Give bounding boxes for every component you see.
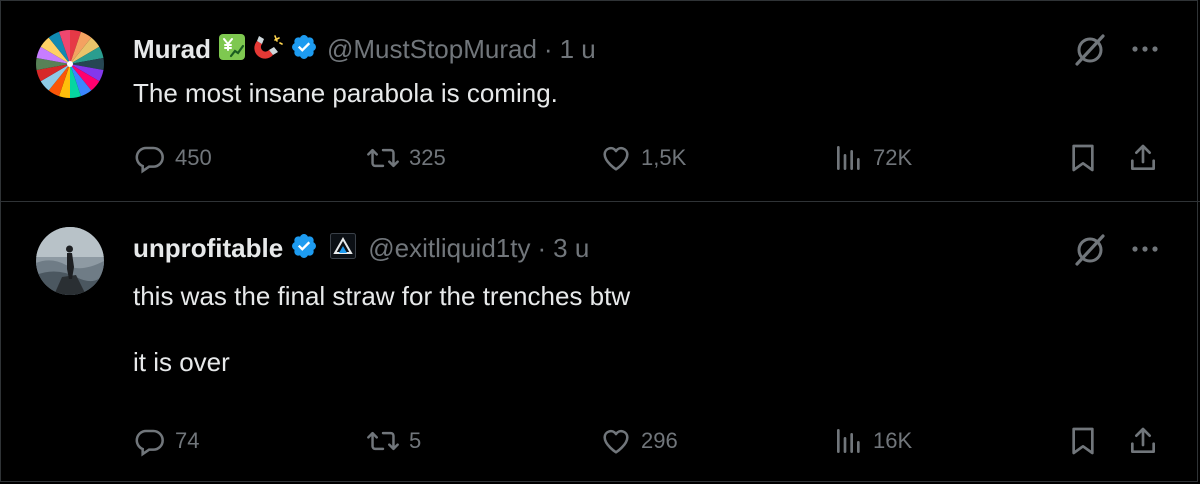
- avatar[interactable]: [36, 30, 104, 98]
- grok-icon[interactable]: [1071, 31, 1109, 69]
- yen-chart-emoji-icon: [218, 33, 246, 66]
- timestamp[interactable]: 1 u: [560, 34, 596, 65]
- share-icon: [1131, 144, 1155, 170]
- avatar-image-icon: [36, 30, 104, 98]
- user-handle[interactable]: @exitliquid1ty: [368, 233, 530, 264]
- reply-count: 450: [175, 145, 212, 170]
- more-options-icon[interactable]: [1127, 39, 1163, 59]
- repost-icon: [367, 431, 399, 451]
- heart-icon: [603, 146, 629, 171]
- tweet-text: this was the final straw for the trenche…: [133, 281, 631, 377]
- display-name[interactable]: Murad: [133, 34, 211, 65]
- like-button[interactable]: 1,5K: [600, 138, 686, 178]
- more-options-icon[interactable]: [1127, 239, 1163, 259]
- repost-count: 325: [409, 145, 446, 170]
- verified-badge-icon[interactable]: [290, 33, 318, 66]
- triangle-logo-badge-icon[interactable]: [330, 232, 357, 264]
- views-button[interactable]: 72K: [834, 138, 912, 178]
- share-button[interactable]: [1127, 421, 1159, 461]
- reply-icon: [135, 429, 164, 457]
- views-chart-icon: [837, 146, 860, 170]
- timestamp[interactable]: 3 u: [553, 233, 589, 264]
- separator-dot: ·: [543, 33, 553, 64]
- views-count: 72K: [873, 145, 913, 170]
- like-count: 296: [641, 428, 678, 453]
- reply-button[interactable]: 74: [134, 421, 199, 461]
- tweet[interactable]: unprofitable @exitliquid1ty · 3 u this w…: [0, 203, 1200, 484]
- separator-dot: ·: [537, 232, 547, 263]
- heart-icon: [603, 429, 629, 454]
- tweet-text: The most insane parabola is coming.: [133, 78, 558, 108]
- action-bar: 450 325 1,5K 72K: [0, 138, 1200, 178]
- reply-button[interactable]: 450: [134, 138, 212, 178]
- bookmark-icon: [1072, 427, 1094, 455]
- reply-icon: [135, 146, 164, 174]
- tweet-header: Murad @MustStopMurad · 1 u: [133, 31, 596, 67]
- views-count: 16K: [873, 428, 913, 453]
- bookmark-icon: [1072, 144, 1094, 172]
- like-count: 1,5K: [641, 145, 687, 170]
- display-name[interactable]: unprofitable: [133, 233, 283, 264]
- avatar-image-icon: [36, 227, 104, 295]
- repost-button[interactable]: 325: [366, 138, 446, 178]
- bookmark-button[interactable]: [1068, 138, 1098, 178]
- views-button[interactable]: 16K: [834, 421, 912, 461]
- grok-icon[interactable]: [1071, 231, 1109, 269]
- avatar[interactable]: [36, 227, 104, 295]
- share-button[interactable]: [1127, 138, 1159, 178]
- repost-button[interactable]: 5: [366, 421, 421, 461]
- action-bar: 74 5 296 16K: [0, 421, 1200, 461]
- user-handle[interactable]: @MustStopMurad: [327, 34, 537, 65]
- like-button[interactable]: 296: [600, 421, 678, 461]
- reply-count: 74: [175, 428, 200, 453]
- repost-count: 5: [409, 428, 422, 453]
- share-icon: [1131, 427, 1155, 453]
- repost-icon: [367, 148, 399, 168]
- tweet-header: unprofitable @exitliquid1ty · 3 u: [133, 230, 589, 266]
- magnet-emoji-icon: [253, 33, 283, 66]
- views-chart-icon: [837, 429, 860, 453]
- bookmark-button[interactable]: [1068, 421, 1098, 461]
- verified-badge-icon[interactable]: [290, 232, 318, 265]
- tweet[interactable]: Murad @MustStopMurad · 1 u The most insa…: [0, 0, 1200, 202]
